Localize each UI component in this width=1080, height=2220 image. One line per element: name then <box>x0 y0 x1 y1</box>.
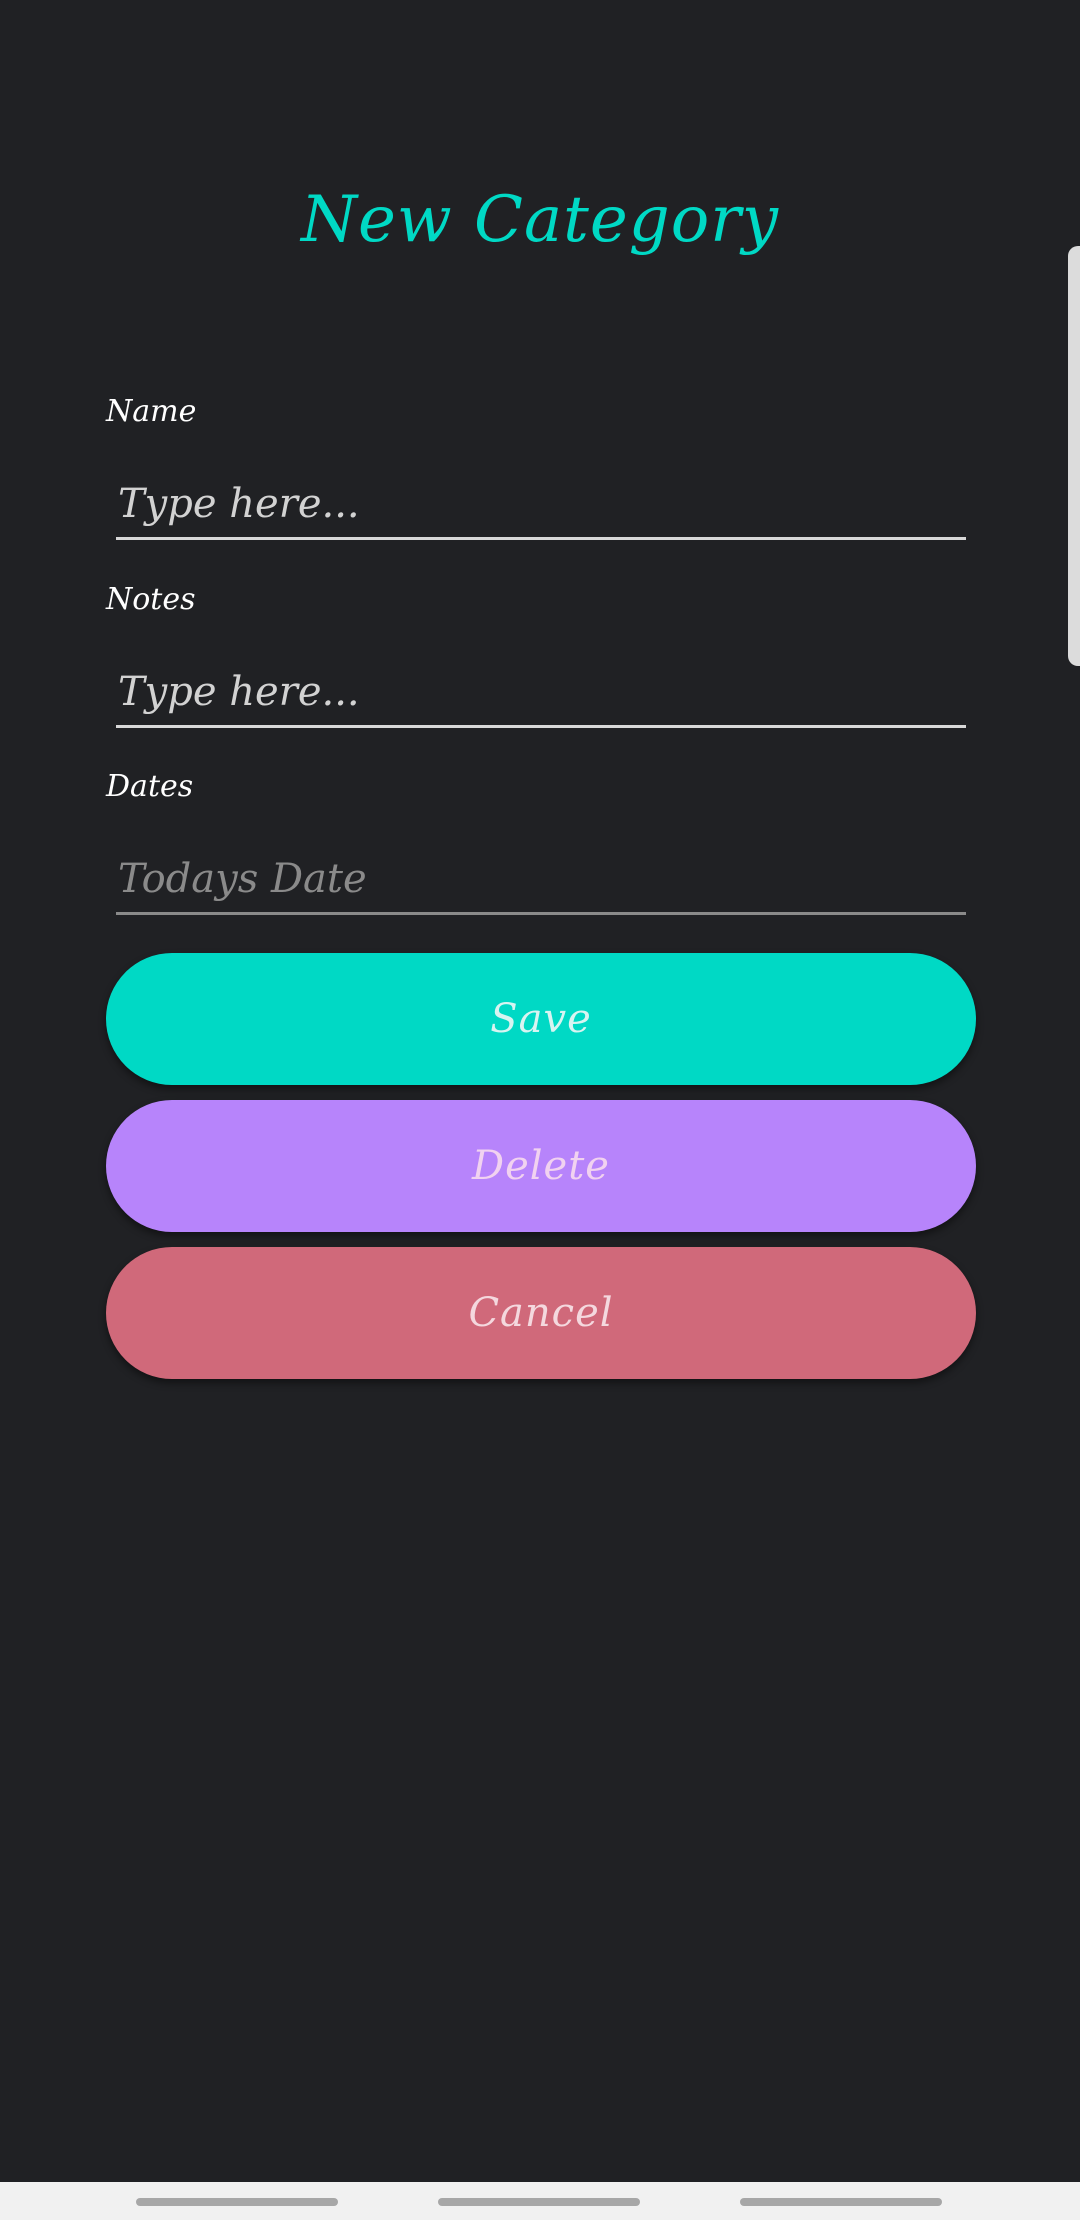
notes-field-container <box>116 658 968 728</box>
notes-input[interactable] <box>116 658 968 725</box>
system-navigation-bar <box>0 2182 1080 2220</box>
nav-pill-left-icon[interactable] <box>136 2198 338 2206</box>
delete-button[interactable]: Delete <box>106 1100 976 1232</box>
name-input[interactable] <box>116 470 968 537</box>
name-label: Name <box>106 394 197 429</box>
dates-input[interactable] <box>116 845 968 912</box>
cancel-button-label: Cancel <box>468 1290 614 1336</box>
save-button-label: Save <box>490 996 592 1042</box>
dates-field-container <box>116 845 968 915</box>
notes-label: Notes <box>106 582 196 617</box>
scrollbar-thumb[interactable] <box>1068 246 1080 666</box>
cancel-button[interactable]: Cancel <box>106 1247 976 1379</box>
dates-label: Dates <box>106 769 194 804</box>
delete-button-label: Delete <box>472 1143 610 1189</box>
nav-pill-center-icon[interactable] <box>438 2198 640 2206</box>
save-button[interactable]: Save <box>106 953 976 1085</box>
name-field-container <box>116 470 968 540</box>
page-title: New Category <box>301 183 779 257</box>
nav-pill-right-icon[interactable] <box>740 2198 942 2206</box>
